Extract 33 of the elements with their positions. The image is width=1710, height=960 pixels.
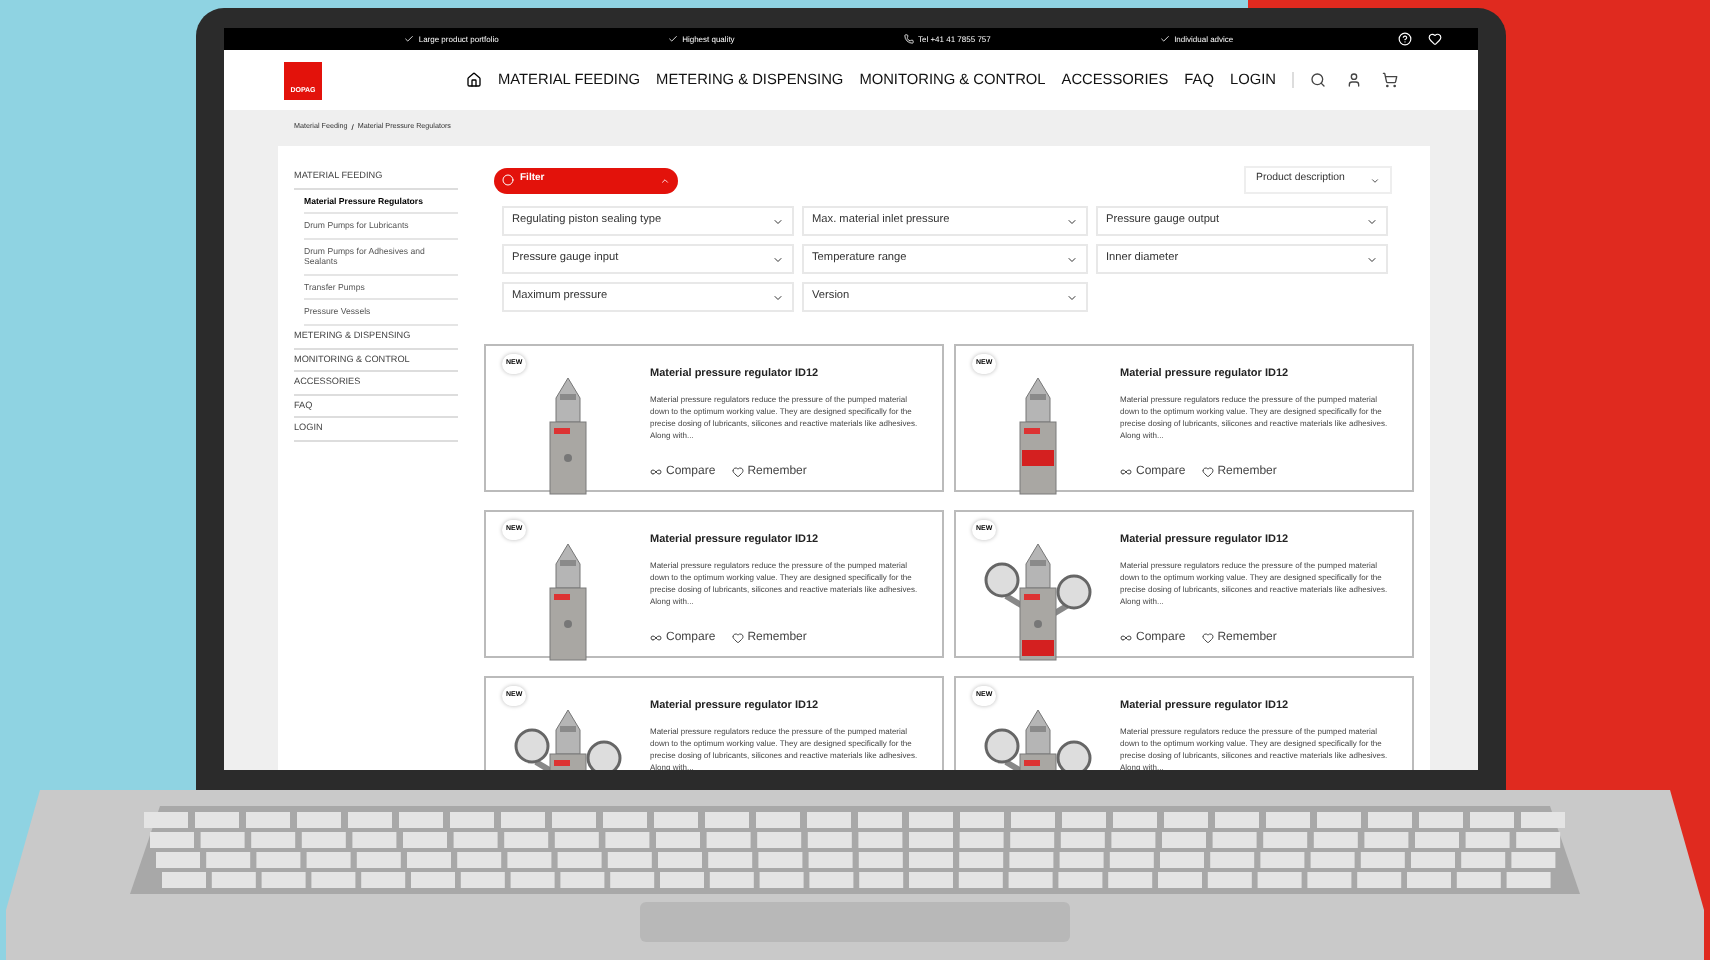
chevron-icon: [1066, 291, 1078, 303]
circle-icon: [502, 174, 514, 186]
heart-icon: [731, 465, 744, 477]
phone-icon: [904, 34, 914, 44]
compare-icon: [1120, 631, 1132, 643]
chevron-icon: [660, 175, 670, 185]
heart-icon: [1201, 631, 1214, 643]
check-icon: [1160, 34, 1171, 44]
cart-icon[interactable]: [1382, 72, 1398, 88]
chevron-icon: [772, 215, 784, 227]
search-icon[interactable]: [1310, 72, 1326, 88]
help-icon[interactable]: [1398, 32, 1412, 46]
product-card[interactable]: [954, 344, 1414, 492]
heart-icon[interactable]: [1428, 32, 1442, 46]
heart-icon: [731, 631, 744, 643]
chevron-icon: [1366, 215, 1378, 227]
chevron-icon: [1066, 253, 1078, 265]
product-card[interactable]: [484, 510, 944, 658]
chevron-icon: [1366, 253, 1378, 265]
compare-icon: [1120, 465, 1132, 477]
compare-icon: [650, 465, 662, 477]
heart-icon: [1201, 465, 1214, 477]
user-icon[interactable]: [1346, 72, 1362, 88]
product-card[interactable]: [484, 344, 944, 492]
check-icon: [404, 34, 415, 44]
home-icon[interactable]: [466, 72, 482, 88]
chevron-icon: [1370, 175, 1380, 185]
check-icon: [668, 34, 679, 44]
product-card[interactable]: [954, 510, 1414, 658]
chevron-icon: [772, 253, 784, 265]
chevron-icon: [1066, 215, 1078, 227]
chevron-icon: [772, 291, 784, 303]
compare-icon: [650, 631, 662, 643]
